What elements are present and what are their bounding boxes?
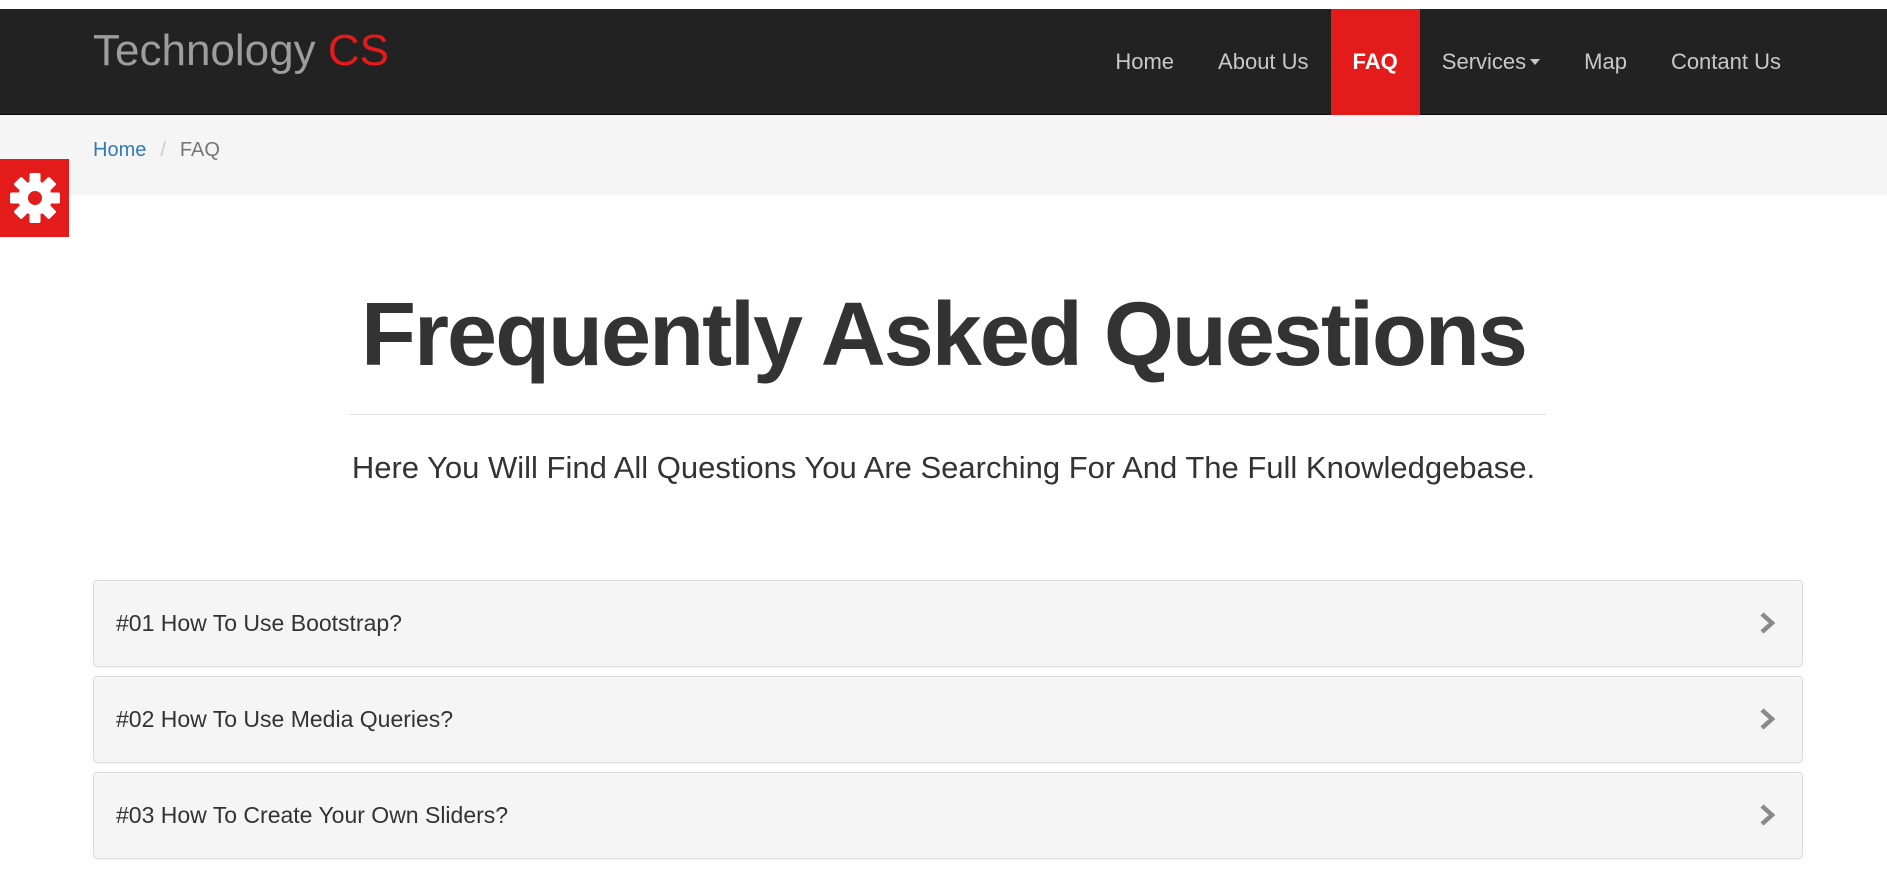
gear-icon — [9, 173, 60, 223]
nav-item-about-us[interactable]: About Us — [1196, 9, 1331, 115]
nav-item-label: Contant Us — [1670, 49, 1781, 74]
page-title: Frequently Asked Questions — [361, 285, 1528, 385]
chevron-right-icon — [1760, 708, 1776, 730]
title-divider — [349, 414, 1546, 415]
breadcrumb-home-link[interactable]: Home — [93, 139, 146, 162]
main-nav: Home About Us FAQ Services Map Contant U… — [1093, 9, 1803, 115]
nav-item-label: FAQ — [1352, 49, 1398, 74]
nav-item-faq[interactable]: FAQ — [1330, 9, 1420, 115]
breadcrumb-bar: Home / FAQ — [0, 115, 1887, 195]
faq-question: #01 How To Use Bootstrap? — [116, 610, 402, 636]
brand-accent: CS — [327, 26, 389, 75]
nav-item-label: Services — [1441, 49, 1527, 74]
faq-question: #02 How To Use Media Queries? — [116, 706, 454, 732]
nav-item-map[interactable]: Map — [1562, 9, 1649, 115]
nav-item-label: Home — [1115, 49, 1175, 74]
top-strip — [0, 0, 1887, 9]
nav-item-label: Map — [1584, 49, 1627, 74]
navbar: Technology CS Home About Us FAQ Services… — [0, 9, 1887, 115]
chevron-right-icon — [1760, 612, 1776, 634]
nav-item-label: About Us — [1218, 49, 1309, 74]
breadcrumb-current: FAQ — [179, 138, 220, 161]
nav-item-services[interactable]: Services — [1420, 9, 1562, 115]
faq-item[interactable]: #02 How To Use Media Queries? — [93, 676, 1803, 763]
faq-question: #03 How To Create Your Own Sliders? — [116, 802, 509, 828]
settings-toggle-button[interactable] — [0, 159, 69, 237]
faq-item[interactable]: #01 How To Use Bootstrap? — [93, 580, 1803, 667]
nav-item-home[interactable]: Home — [1093, 9, 1196, 115]
chevron-right-icon — [1760, 804, 1776, 826]
caret-down-icon — [1530, 59, 1541, 65]
faq-list: #01 How To Use Bootstrap? #02 How To Use… — [93, 580, 1803, 868]
breadcrumb-separator: / — [160, 138, 166, 161]
brand-name: Technology — [93, 26, 316, 75]
brand-logo[interactable]: Technology CS — [93, 25, 389, 77]
nav-item-contact-us[interactable]: Contant Us — [1649, 9, 1803, 115]
faq-item[interactable]: #03 How To Create Your Own Sliders? — [93, 772, 1803, 859]
page-subtitle: Here You Will Find All Questions You Are… — [351, 450, 1536, 485]
breadcrumb: Home / FAQ — [93, 115, 220, 185]
